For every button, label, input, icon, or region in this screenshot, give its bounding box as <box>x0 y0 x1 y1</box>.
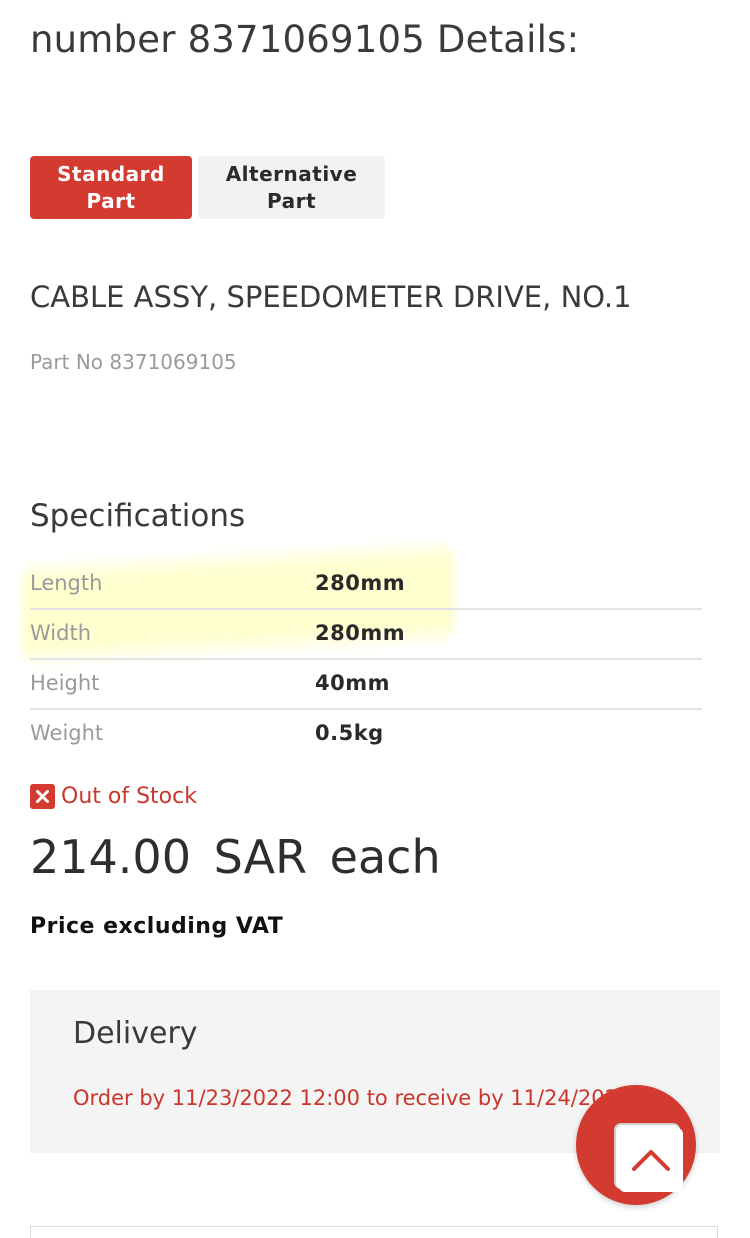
part-name: CABLE ASSY, SPEEDOMETER DRIVE, NO.1 <box>30 280 632 314</box>
part-type-tabs: Standard Part Alternative Part <box>30 156 385 219</box>
page: number 8371069105 Details: Standard Part… <box>0 0 750 1238</box>
tab-standard-part[interactable]: Standard Part <box>30 156 192 219</box>
spec-label: Weight <box>30 721 104 745</box>
part-number: Part No 8371069105 <box>30 350 237 374</box>
tab-alternative-part[interactable]: Alternative Part <box>198 156 385 219</box>
scroll-to-top-button[interactable] <box>576 1085 696 1205</box>
x-square-icon <box>30 784 55 809</box>
price: 214.00 SAR each <box>30 830 441 884</box>
spec-value: 0.5kg <box>315 721 384 745</box>
spec-label: Height <box>30 671 100 695</box>
spec-label: Width <box>30 621 92 645</box>
stock-status-label: Out of Stock <box>61 784 197 809</box>
next-section-box <box>30 1226 718 1238</box>
spec-row-height: Height 40mm <box>30 660 702 710</box>
spec-value: 40mm <box>315 671 390 695</box>
scroll-to-top-inner <box>619 1128 683 1192</box>
chevron-up-icon <box>632 1150 670 1171</box>
spec-row-length: Length 280mm <box>30 560 702 610</box>
page-title: number 8371069105 Details: <box>30 18 580 61</box>
vat-note: Price excluding VAT <box>30 914 284 939</box>
delivery-text: Order by 11/23/2022 12:00 to receive by … <box>73 1086 613 1110</box>
spec-row-width: Width 280mm <box>30 610 702 660</box>
specifications-title: Specifications <box>30 498 246 534</box>
spec-value: 280mm <box>315 621 406 645</box>
stock-status: Out of Stock <box>30 784 197 809</box>
spec-row-weight: Weight 0.5kg <box>30 710 702 760</box>
spec-label: Length <box>30 571 103 595</box>
specifications-table: Length 280mm Width 280mm Height 40mm Wei… <box>30 560 702 760</box>
delivery-title: Delivery <box>73 1016 198 1051</box>
spec-value: 280mm <box>315 571 406 595</box>
